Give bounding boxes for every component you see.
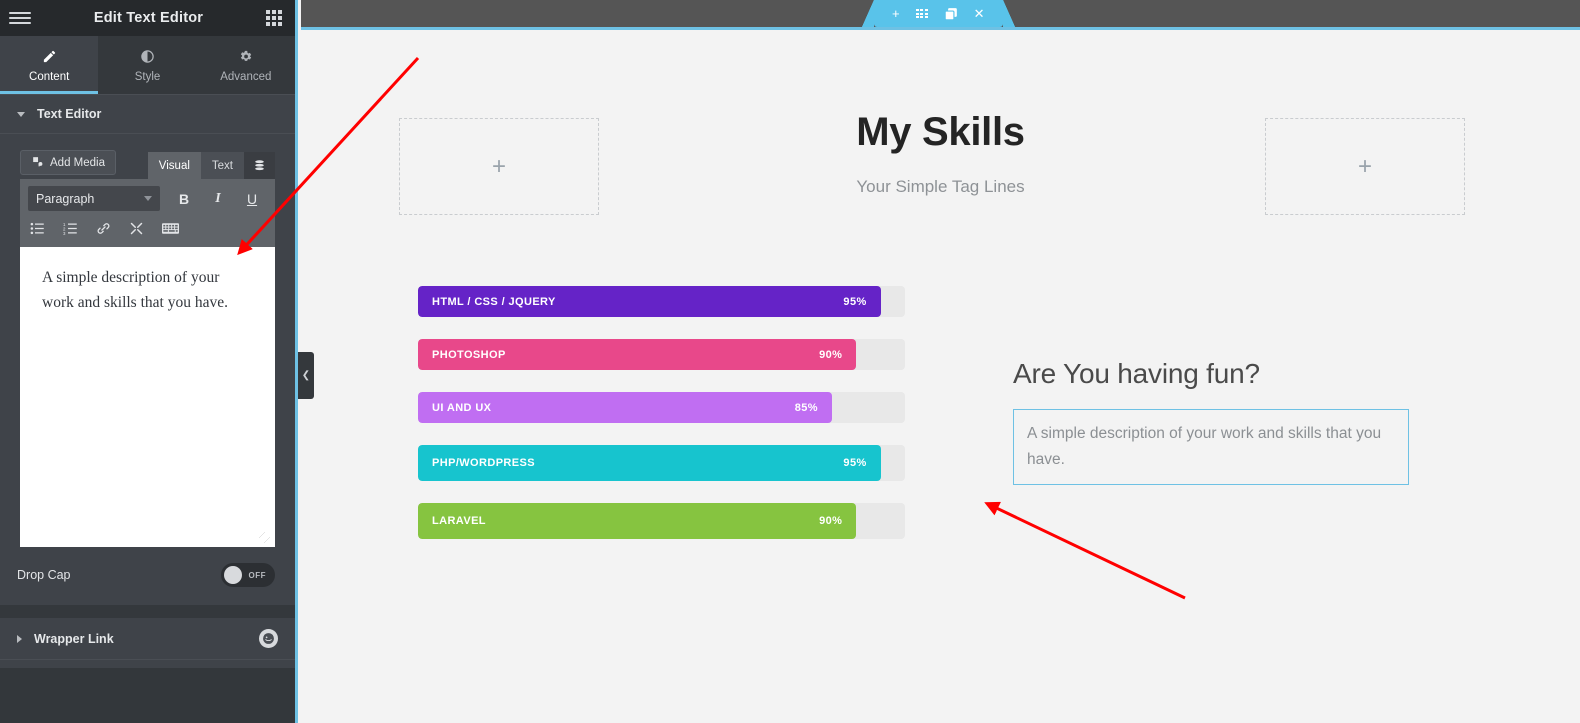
- media-icon: [31, 155, 44, 171]
- skill-bar-fill: UI AND UX 85%: [418, 392, 832, 423]
- resize-grip-icon[interactable]: [259, 532, 271, 544]
- tab-text[interactable]: Text: [200, 152, 244, 179]
- skill-bar-fill: HTML / CSS / JQUERY 95%: [418, 286, 881, 317]
- toolbar-row-1: Paragraph B I U: [28, 186, 267, 211]
- bold-button[interactable]: B: [174, 191, 194, 207]
- right-heading: Are You having fun?: [1013, 358, 1260, 389]
- canvas-topbar: + ✕: [301, 0, 1580, 27]
- tab-content-label: Content: [29, 70, 70, 83]
- skill-bar-label: UI AND UX: [432, 401, 492, 414]
- skill-bar-label: PHP/WORDPRESS: [432, 457, 535, 469]
- underline-button[interactable]: U: [242, 191, 262, 207]
- contrast-icon: [140, 49, 155, 67]
- fullscreen-icon[interactable]: [129, 221, 144, 241]
- skill-bar-label: LARAVEL: [432, 515, 486, 527]
- panel-footer: [0, 668, 295, 723]
- skill-bar-value: 95%: [843, 295, 867, 308]
- skill-bar-fill: LARAVEL 90%: [418, 503, 857, 539]
- close-icon[interactable]: ✕: [974, 6, 985, 22]
- gear-icon: [238, 49, 253, 67]
- skill-bar-value: 95%: [843, 457, 867, 469]
- section-wrapper-link[interactable]: Wrapper Link: [0, 618, 295, 660]
- drop-cap-state: OFF: [248, 570, 266, 580]
- plus-icon[interactable]: +: [892, 6, 900, 21]
- panel-collapse-handle[interactable]: ❮: [298, 352, 314, 399]
- plus-icon: +: [1357, 152, 1372, 180]
- numbered-list-icon[interactable]: 123: [63, 222, 78, 240]
- tab-visual[interactable]: Visual: [147, 152, 201, 179]
- widget-float-toolbar: + ✕: [862, 0, 1014, 27]
- right-text-widget: Are You having fun? A simple description…: [1013, 358, 1409, 486]
- drop-cap-row: Drop Cap OFF: [0, 547, 295, 605]
- selected-text-content: A simple description of your work and sk…: [1027, 425, 1382, 469]
- skill-bar-fill: PHP/WORDPRESS 95%: [418, 445, 881, 481]
- link-icon[interactable]: [96, 221, 111, 241]
- drop-cap-toggle[interactable]: OFF: [221, 563, 275, 587]
- skill-bar-row: PHOTOSHOP 90%: [418, 339, 905, 370]
- selected-text-editor-widget[interactable]: A simple description of your work and sk…: [1013, 409, 1409, 486]
- panel-divider: [0, 605, 295, 618]
- chevron-left-icon: ❮: [301, 370, 311, 381]
- text-editor-paragraph: A simple description of your work and sk…: [42, 269, 228, 312]
- tab-content[interactable]: Content: [0, 36, 99, 94]
- add-media-label: Add Media: [50, 156, 105, 169]
- chevron-down-icon: [144, 196, 152, 201]
- chevron-right-icon: [17, 634, 22, 643]
- hamburger-icon[interactable]: [9, 12, 31, 24]
- tab-advanced-label: Advanced: [220, 70, 272, 83]
- pencil-icon: [42, 49, 57, 67]
- wrapper-link-label: Wrapper Link: [34, 631, 114, 646]
- svg-text:3: 3: [63, 231, 66, 235]
- editor-top-row: Add Media Visual Text: [20, 150, 275, 179]
- grid-apps-icon[interactable]: [266, 10, 282, 26]
- duplicate-icon[interactable]: [944, 7, 958, 21]
- text-editor-content[interactable]: A simple description of your work and sk…: [20, 247, 275, 547]
- skill-bar-track: HTML / CSS / JQUERY 95%: [418, 286, 905, 317]
- editor-panel: Edit Text Editor Content Style Advanced …: [0, 0, 298, 723]
- skill-bar-track: UI AND UX 85%: [418, 392, 905, 423]
- tab-style[interactable]: Style: [98, 36, 196, 94]
- preview-canvas: + ✕ My Skills Your Simple Tag Lines + + …: [301, 0, 1580, 723]
- bullet-list-icon[interactable]: [30, 222, 45, 240]
- skill-bar-value: 90%: [819, 515, 843, 527]
- skill-bar-value: 85%: [794, 401, 818, 414]
- skill-bar-row: UI AND UX 85%: [418, 392, 905, 423]
- skill-bar-value: 90%: [819, 348, 843, 361]
- tab-style-label: Style: [134, 70, 161, 83]
- skill-bar-label: PHOTOSHOP: [432, 348, 506, 361]
- skill-bar-track: PHOTOSHOP 90%: [418, 339, 905, 370]
- toggle-knob: [224, 566, 242, 584]
- wysiwyg-editor: Add Media Visual Text Paragraph B I U 1 …: [0, 134, 295, 547]
- chevron-down-icon: [17, 111, 25, 117]
- skill-bar-track: LARAVEL 90%: [418, 503, 905, 539]
- skill-bar-row: PHP/WORDPRESS 95%: [418, 445, 905, 481]
- add-media-button[interactable]: Add Media: [20, 150, 116, 175]
- panel-header: Edit Text Editor: [0, 0, 295, 36]
- panel-tabs: Content Style Advanced: [0, 36, 295, 94]
- skill-bar-track: PHP/WORDPRESS 95%: [418, 445, 905, 481]
- skill-bars-widget: HTML / CSS / JQUERY 95% PHOTOSHOP 90% UI AND…: [418, 286, 905, 561]
- section-text-editor[interactable]: Text Editor: [0, 94, 295, 134]
- kitchen-sink-icon[interactable]: [244, 152, 275, 179]
- skill-bar-row: LARAVEL 90%: [418, 503, 905, 539]
- placeholder-left[interactable]: +: [399, 118, 599, 215]
- keyboard-icon[interactable]: [162, 222, 179, 240]
- section-text-editor-label: Text Editor: [37, 107, 102, 121]
- skill-bar-row: HTML / CSS / JQUERY 95%: [418, 286, 905, 317]
- editor-format-toolbar: Paragraph B I U 123: [20, 179, 275, 247]
- skill-bar-fill: PHOTOSHOP 90%: [418, 339, 857, 370]
- format-select[interactable]: Paragraph: [28, 186, 160, 211]
- placeholder-right[interactable]: +: [1265, 118, 1465, 215]
- grid-dots-icon[interactable]: [915, 9, 928, 18]
- plus-icon: +: [491, 152, 506, 180]
- skill-bar-label: HTML / CSS / JQUERY: [432, 295, 556, 308]
- tab-advanced[interactable]: Advanced: [197, 36, 295, 94]
- drop-cap-label: Drop Cap: [17, 568, 71, 582]
- page-title: Edit Text Editor: [93, 10, 204, 26]
- format-select-value: Paragraph: [36, 191, 95, 206]
- italic-button[interactable]: I: [208, 191, 228, 207]
- pro-badge-icon: [259, 629, 278, 648]
- toolbar-row-2: 123: [28, 221, 267, 241]
- editor-mode-tabs: Visual Text: [147, 152, 275, 179]
